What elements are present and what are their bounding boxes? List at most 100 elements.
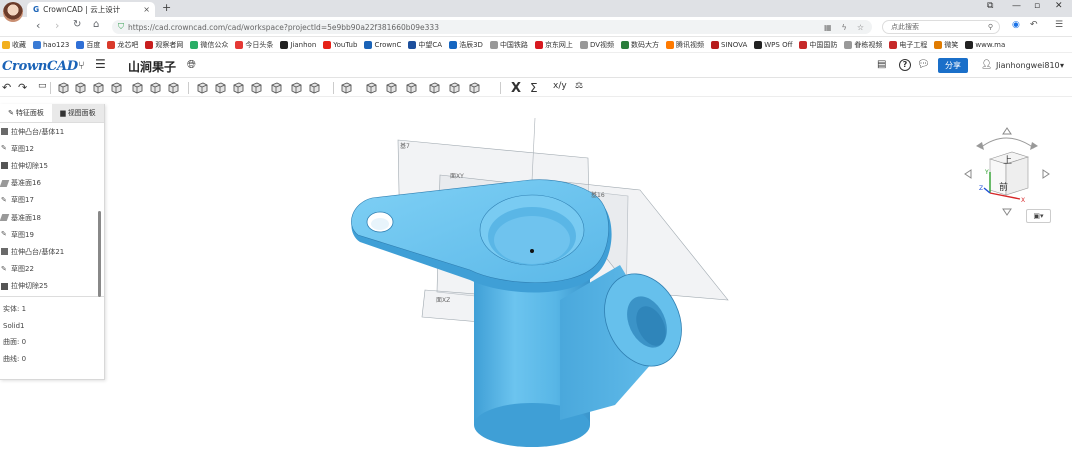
crowncad-logo[interactable]: CrownCAD (2, 59, 78, 74)
maximize-button[interactable]: ▫ (1034, 1, 1040, 11)
bookmark-item[interactable]: CrownC (364, 40, 401, 49)
search-icon[interactable]: ⚲ (988, 23, 993, 31)
top-boss[interactable] (479, 194, 585, 266)
home-icon[interactable]: ⌂ (93, 19, 99, 30)
lightning-icon[interactable]: ϟ (842, 23, 847, 32)
view-mode-dropdown[interactable]: ▣ ▾ (1026, 209, 1051, 223)
feature-item[interactable]: ✎ 草图22 (0, 261, 104, 278)
feature-item[interactable]: 拉伸凸台/基体21 (0, 243, 104, 260)
bookmark-item[interactable]: 微笑 (934, 40, 958, 50)
feature-item[interactable]: 拉伸切除15 (0, 157, 104, 174)
bookmark-item[interactable]: 眷栋视频 (844, 40, 882, 50)
bookmark-item[interactable]: 中国国防 (799, 40, 837, 50)
3d-viewport[interactable]: 基7 面XY 基16 面XZ 上 前 Y X Z (105, 98, 1072, 457)
cube-top-face[interactable]: 上 (1003, 155, 1012, 166)
globe-icon[interactable]: 🌐︎ (187, 58, 200, 71)
feature-item[interactable]: 拉伸凸台/基体11 (0, 123, 104, 140)
bookmark-item[interactable]: 电子工程 (889, 40, 927, 50)
cube-front-face[interactable]: 前 (999, 181, 1008, 193)
rotate-left-icon[interactable] (976, 142, 984, 150)
bookmark-item[interactable]: www.ma (965, 40, 1005, 49)
browser-profile-avatar[interactable] (3, 2, 23, 22)
url-field[interactable]: ⛉ https://cad.crowncad.com/cad/workspace… (112, 20, 872, 34)
view-right-arrow-icon[interactable] (1042, 169, 1050, 179)
view-down-arrow-icon[interactable] (1002, 208, 1012, 216)
bookmark-item[interactable]: WPS Off (754, 40, 792, 49)
bookmark-item[interactable]: hao123 (33, 40, 69, 49)
layers-icon[interactable] (468, 81, 481, 94)
measure-icon[interactable]: ⚖ (575, 81, 588, 94)
fillet-icon[interactable] (196, 81, 209, 94)
menu-icon[interactable]: ☰ (1055, 20, 1063, 30)
bookmark-item[interactable]: 数码大方 (621, 40, 659, 50)
bookmark-item[interactable]: 百度 (76, 40, 100, 50)
cross-tool-icon[interactable]: X (511, 81, 524, 96)
revolve-icon[interactable] (74, 81, 87, 94)
view-cube[interactable]: 上 前 Y X Z (964, 127, 1050, 216)
tab-view-panel[interactable]: ▆ 视图面板 (52, 104, 104, 122)
help-icon[interactable]: ? (899, 59, 911, 71)
bookmark-item[interactable]: 龙芯吧 (107, 40, 138, 50)
bookmark-item[interactable]: 中望CA (408, 40, 442, 50)
bookmark-star-icon[interactable]: ☆ (857, 23, 864, 32)
undo-icon[interactable]: ↶ (2, 81, 15, 94)
sweep-cut-icon[interactable] (167, 81, 180, 94)
bookmark-item[interactable]: SINOVA (711, 40, 747, 49)
share-button[interactable]: 分享 (938, 58, 968, 73)
bookmark-item[interactable]: 腾讯视频 (666, 40, 704, 50)
chat-icon[interactable]: 💬︎ (917, 59, 930, 72)
curve-pattern-icon[interactable] (405, 81, 418, 94)
view-left-arrow-icon[interactable] (964, 169, 972, 179)
feature-item[interactable]: ✎ 草图12 (0, 140, 104, 157)
minimize-button[interactable]: — (1012, 1, 1021, 11)
tab-feature-panel[interactable]: ✎ 特征面板 (0, 104, 52, 122)
new-tab-button[interactable]: + (162, 1, 171, 14)
user-name[interactable]: Jianhongwei810 (996, 61, 1060, 70)
extrude-icon[interactable] (57, 81, 70, 94)
sum-icon[interactable]: Σ (530, 81, 543, 95)
apps-grid-icon[interactable]: ▦ (824, 23, 832, 32)
feature-item[interactable]: ✎ 草图17 (0, 192, 104, 209)
bookmark-item[interactable]: 微信公众 (190, 40, 228, 50)
tab-close-button[interactable]: × (143, 5, 150, 14)
thread-icon[interactable] (308, 81, 321, 94)
undo-close-icon[interactable]: ↶ (1030, 20, 1038, 30)
reference-plane-icon[interactable] (428, 81, 441, 94)
back-icon[interactable]: ‹ (36, 19, 40, 32)
rotate-right-icon[interactable] (1030, 142, 1038, 150)
bookmark-item[interactable]: Jianhon (280, 40, 316, 49)
bookmark-item[interactable]: 观察者网 (145, 40, 183, 50)
variable-icon[interactable]: x/y (553, 81, 567, 94)
bookmark-item[interactable]: 今日头条 (235, 40, 273, 50)
bookmark-item[interactable]: 中国铁路 (489, 40, 528, 50)
redo-icon[interactable]: ↷ (18, 81, 31, 94)
sweep-icon[interactable] (92, 81, 105, 94)
revolve-cut-icon[interactable] (149, 81, 162, 94)
restore-tabs-button[interactable]: ⧉ (987, 1, 993, 11)
bookmark-item[interactable]: 收藏 (2, 40, 26, 50)
user-menu-chevron-icon[interactable]: ▾ (1060, 61, 1064, 70)
loft-icon[interactable] (110, 81, 123, 94)
reference-axis-icon[interactable] (448, 81, 461, 94)
feature-item[interactable]: 基准面16 (0, 175, 104, 192)
branch-icon[interactable]: ⑂ (78, 59, 91, 72)
chamfer-icon[interactable] (214, 81, 227, 94)
bookmark-item[interactable]: 浩辰3D (449, 40, 483, 50)
feature-item[interactable]: 基准面18 (0, 209, 104, 226)
linear-pattern-icon[interactable] (365, 81, 378, 94)
extension-icon[interactable]: ◉ (1012, 20, 1020, 30)
bookmark-item[interactable]: DV视频 (579, 40, 614, 50)
view-up-arrow-icon[interactable] (1002, 127, 1012, 135)
feature-item[interactable]: 拉伸切除25 (0, 278, 104, 295)
mirror-icon[interactable] (340, 81, 353, 94)
draft-icon[interactable] (232, 81, 245, 94)
bookmark-item[interactable]: 京东网上 (534, 40, 573, 50)
circular-pattern-icon[interactable] (385, 81, 398, 94)
hamburger-menu-icon[interactable]: ☰ (95, 57, 108, 71)
extrude-cut-icon[interactable] (131, 81, 144, 94)
forward-icon[interactable]: › (55, 19, 59, 32)
rib-icon[interactable] (270, 81, 283, 94)
feature-tree-scrollbar[interactable] (98, 211, 101, 297)
reload-icon[interactable]: ↻ (73, 19, 81, 30)
feature-item[interactable]: ✎ 草图19 (0, 226, 104, 243)
